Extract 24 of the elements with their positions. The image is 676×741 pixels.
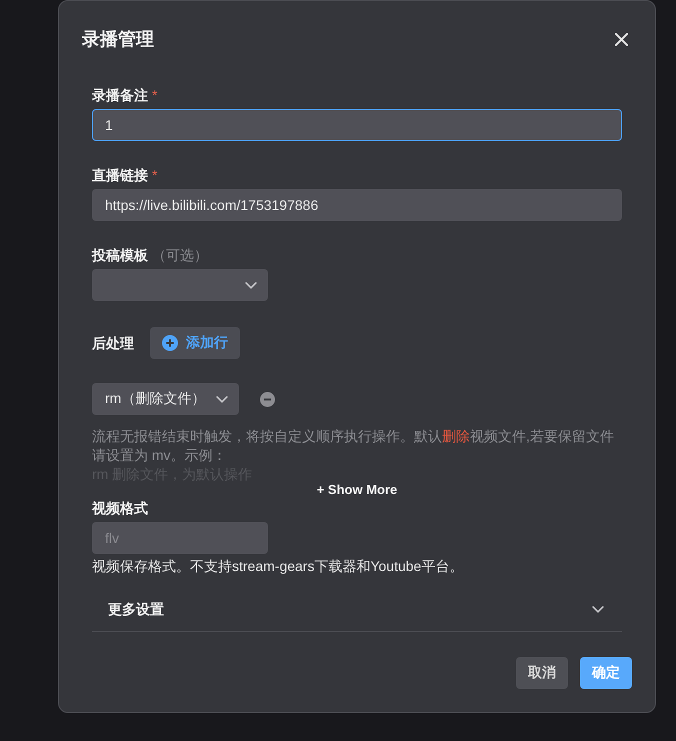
optional-note: （可选） [152, 247, 208, 263]
collapse-header[interactable]: 更多设置 [92, 588, 622, 632]
field-label: 视频格式 [92, 500, 148, 516]
select-field[interactable]: rm（删除文件） [92, 383, 239, 415]
cancel-button[interactable]: 取消 [516, 657, 568, 689]
help-text: 视频保存格式。不支持stream-gears下载器和Youtube平台。 [92, 557, 464, 576]
chevron-down-icon [216, 396, 228, 402]
required-asterisk: * [152, 87, 158, 103]
plus-circle-icon [162, 335, 178, 351]
text-input[interactable]: 1 [92, 109, 622, 141]
remove-circle-icon[interactable] [260, 392, 275, 406]
text-input[interactable]: flv [92, 522, 268, 554]
required-asterisk: * [152, 167, 158, 183]
field-label: 直播链接 [92, 167, 148, 183]
field-label: 录播备注 [92, 87, 148, 103]
field-label: 投稿模板 [92, 247, 148, 263]
dialog-title: 录播管理 [82, 28, 154, 51]
help-text: 流程无报错结束时触发，将按自定义顺序执行操作。默认删除视频文件,若要保留文件请设置为 mv。示例： [92, 427, 615, 465]
text-input[interactable]: https://live.bilibili.com/1753197886 [92, 189, 622, 221]
close-icon[interactable] [615, 32, 628, 46]
show-more-button[interactable]: + Show More [316, 482, 398, 498]
select-field[interactable] [92, 269, 268, 301]
field-label: 后处理 [92, 335, 134, 351]
chevron-down-icon [245, 282, 257, 288]
